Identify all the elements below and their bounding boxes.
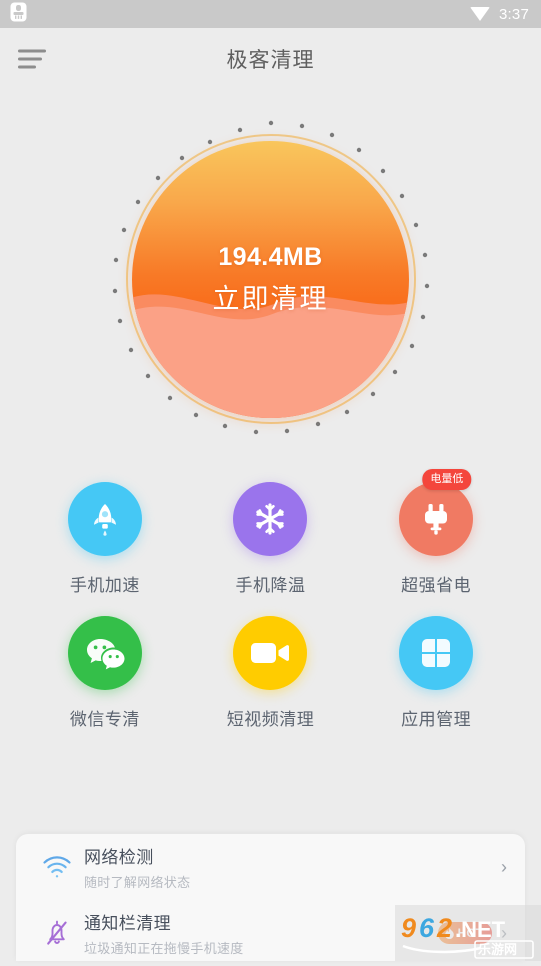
list-item-notification-clean[interactable]: 通知栏清理 垃圾通知正在拖慢手机速度 HOT › [34,900,507,961]
wechat-icon [68,616,142,690]
status-bar-right: 3:37 [470,6,529,23]
tile-power-saving[interactable]: 电量低 超强省电 [379,482,494,596]
hot-badge: HOT [438,922,492,944]
tile-label: 应用管理 [401,705,471,730]
tile-phone-cooling[interactable]: 手机降温 [213,482,328,596]
junk-size-value: 194.4MB [213,243,329,272]
status-bar-left [10,2,27,27]
app-bar: 极客清理 [0,28,541,90]
tile-app-manager[interactable]: 应用管理 [379,616,494,730]
list-item-trailing: › [501,858,507,876]
tile-label: 手机加速 [70,571,140,596]
list-item-subtitle: 垃圾通知正在拖慢手机速度 [84,938,438,957]
list-item-title: 网络检测 [84,843,501,868]
tools-list-card: 网络检测 随时了解网络状态 › 通知栏清理 垃圾通知正在拖慢手机速度 [16,834,525,961]
cleaner-app-icon [10,2,27,27]
wifi-icon [470,7,490,21]
hot-badge-label: HOT [458,926,483,940]
tile-short-video-clean[interactable]: 短视频清理 [213,616,328,730]
list-item-network-check[interactable]: 网络检测 随时了解网络状态 › [34,834,507,900]
tile-label: 手机降温 [235,571,305,596]
wifi-signal-icon [34,854,80,880]
chevron-right-icon[interactable]: › [501,858,507,876]
clean-now-label: 立即清理 [213,277,329,316]
bell-muted-icon [34,918,80,948]
video-camera-icon [233,616,307,690]
power-plug-icon: 电量低 [399,482,473,556]
status-bar-clock: 3:37 [499,6,529,23]
list-item-title: 通知栏清理 [84,909,438,934]
rocket-icon [68,482,142,556]
list-item-text: 网络检测 随时了解网络状态 [80,843,501,891]
hamburger-line [18,66,36,69]
scan-hero-section: 194.4MB 立即清理 [0,90,541,468]
status-bar: 3:37 [0,0,541,28]
tile-label: 短视频清理 [227,705,315,730]
tile-label: 微信专清 [70,705,140,730]
app-grid-icon [399,616,473,690]
hamburger-line [18,58,42,61]
hero-text-block: 194.4MB 立即清理 [213,243,329,316]
list-item-subtitle: 随时了解网络状态 [84,872,501,891]
clean-now-button[interactable]: 194.4MB 立即清理 [132,141,409,418]
chevron-right-icon[interactable]: › [501,924,507,942]
tile-label: 超强省电 [401,571,471,596]
list-item-trailing: HOT › [438,922,507,944]
hamburger-menu-icon[interactable] [18,50,48,69]
flame-icon [444,927,455,940]
page-title: 极客清理 [0,44,541,74]
snowflake-icon [233,482,307,556]
status-badge: 电量低 [422,469,471,490]
tile-wechat-clean[interactable]: 微信专清 [47,616,162,730]
feature-grid: 手机加速 手机降温 [0,468,541,730]
tile-phone-boost[interactable]: 手机加速 [47,482,162,596]
hamburger-line [18,50,46,53]
list-item-text: 通知栏清理 垃圾通知正在拖慢手机速度 [80,909,438,957]
